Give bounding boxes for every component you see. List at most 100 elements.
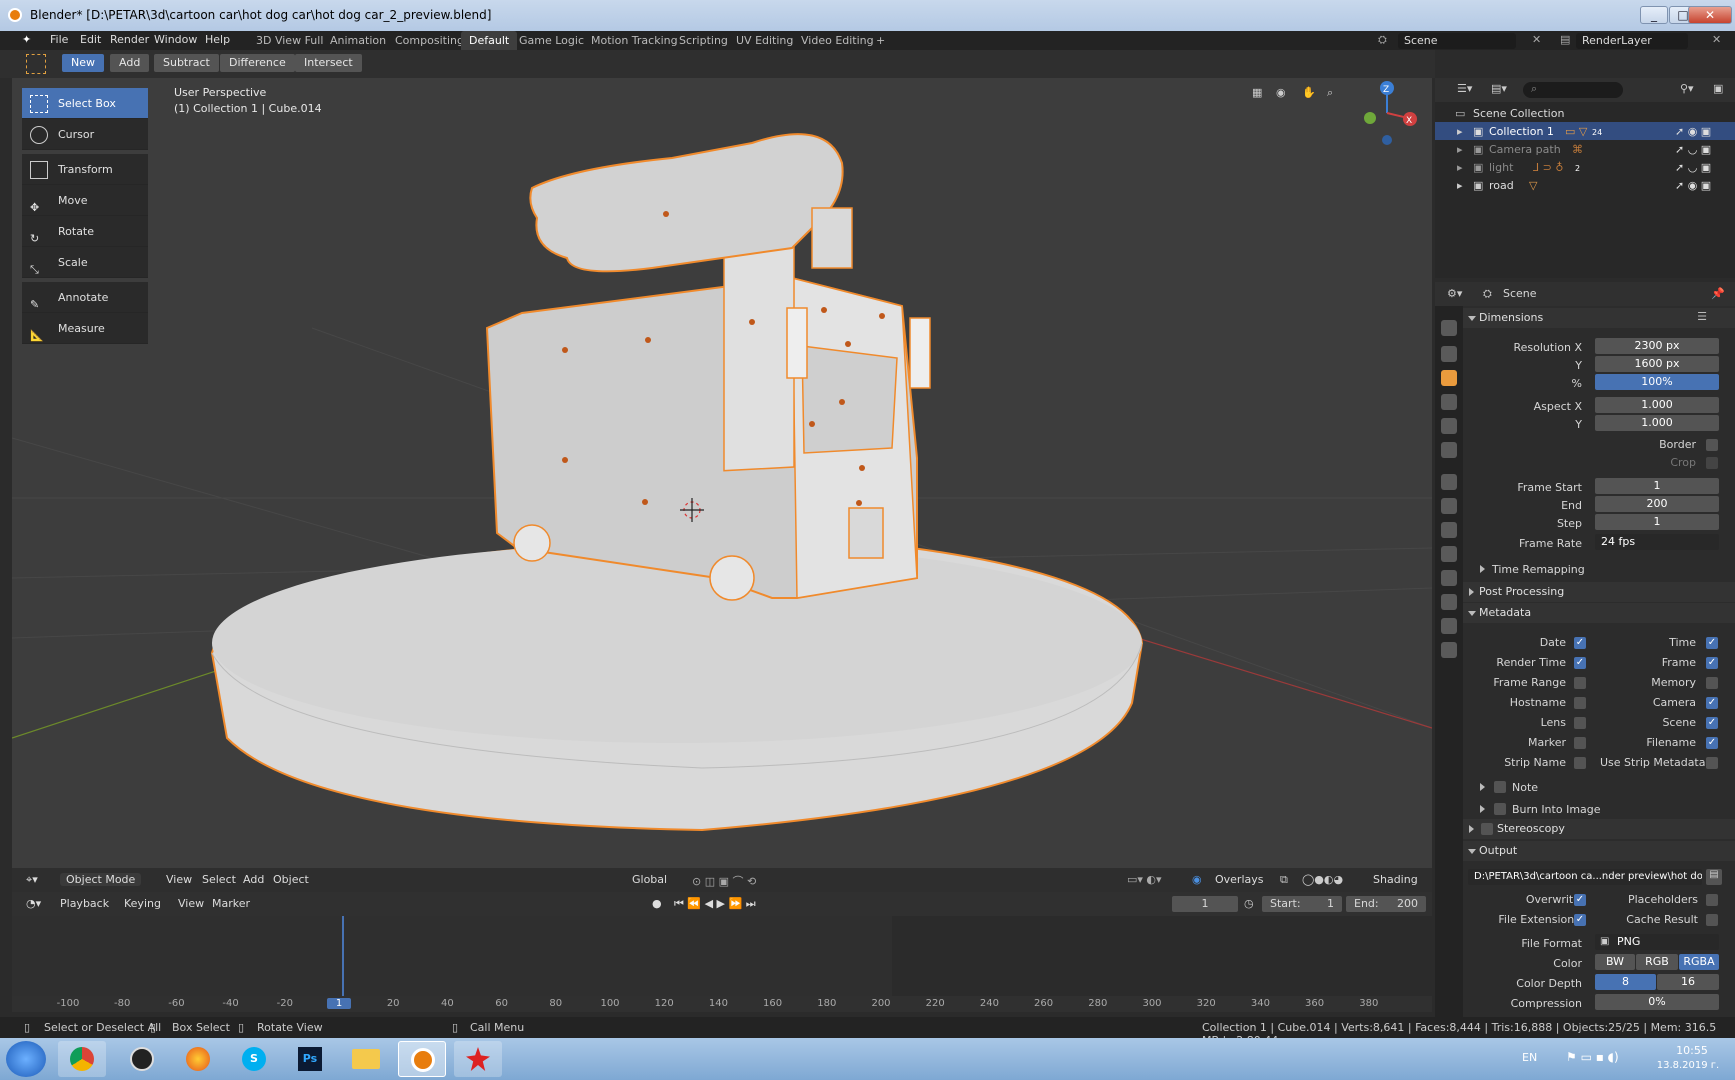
texture-tab-icon[interactable] [1441, 642, 1457, 658]
new-collection-icon[interactable]: ▣ [1713, 82, 1723, 95]
metadata-right-checkbox[interactable]: ✓ [1706, 717, 1718, 729]
pin-icon[interactable]: 📌 [1711, 287, 1725, 300]
expand-arrow-icon[interactable]: ▸ [1457, 179, 1463, 192]
menu-object[interactable]: Object [273, 873, 309, 886]
panel-stereoscopy[interactable]: Stereoscopy [1463, 819, 1735, 839]
placeholders-checkbox[interactable] [1706, 894, 1718, 906]
mode-subtract-button[interactable]: Subtract [154, 54, 219, 72]
output-tab-icon[interactable] [1441, 370, 1457, 386]
color-bw-button[interactable]: BW [1595, 954, 1635, 970]
crop-checkbox[interactable] [1706, 457, 1718, 469]
scene-selector[interactable]: Scene [1398, 33, 1516, 49]
resolution-percent-slider[interactable]: 100% [1595, 374, 1719, 390]
outliner-row-camera-path[interactable]: ▸ ▣ Camera path ⌘ ➚ ◡ ▣ [1435, 140, 1735, 158]
metadata-right-checkbox[interactable]: ✓ [1706, 697, 1718, 709]
outliner-row-collection-1[interactable]: ▸ ▣ Collection 1 ▭ ▽ 24 ➚ ◉ ▣ [1435, 122, 1735, 140]
editor-type-icon[interactable]: ⌖▾ [26, 873, 38, 887]
clock-date[interactable]: 13.8.2019 г. [1648, 1060, 1728, 1071]
material-tab-icon[interactable] [1441, 618, 1457, 634]
metadata-right-checkbox[interactable]: ✓ [1706, 657, 1718, 669]
shading-modes-icon[interactable]: ◯●◐◕ [1302, 873, 1343, 886]
metadata-right-checkbox[interactable]: ✓ [1706, 637, 1718, 649]
shading-dropdown[interactable]: Shading [1373, 873, 1418, 886]
tab-game-logic[interactable]: Game Logic [511, 31, 592, 50]
tab-3d-view-full[interactable]: 3D View Full [248, 31, 331, 50]
tab-default[interactable]: Default [461, 31, 518, 50]
chrome-taskbar-icon[interactable] [58, 1041, 106, 1077]
metadata-left-checkbox[interactable] [1574, 677, 1586, 689]
clock-time[interactable]: 10:55 [1656, 1044, 1728, 1057]
playback-controls[interactable]: ⏮ ⏪ ◀ ▶ ⏩ ⏭ [674, 897, 756, 911]
metadata-left-checkbox[interactable]: ✓ [1574, 657, 1586, 669]
row-visibility-icons[interactable]: ➚ ◉ ▣ [1675, 125, 1711, 138]
data-tab-icon[interactable] [1441, 594, 1457, 610]
frame-step-field[interactable]: 1 [1595, 514, 1719, 530]
metadata-left-checkbox[interactable] [1574, 697, 1586, 709]
menu-file[interactable]: File [50, 33, 68, 46]
language-indicator[interactable]: EN [1522, 1051, 1537, 1064]
menu-playback[interactable]: Playback [60, 897, 109, 910]
app-red-taskbar-icon[interactable] [454, 1041, 502, 1077]
record-icon[interactable]: ● [652, 897, 662, 910]
mode-difference-button[interactable]: Difference [220, 54, 295, 72]
camera-view-icon[interactable]: ◉ [1276, 86, 1286, 99]
properties-editor-icon[interactable]: ⚙▾ [1447, 287, 1462, 300]
object-mode-dropdown[interactable]: Object Mode [60, 873, 142, 886]
tool-annotate[interactable]: ✎ Annotate [22, 282, 148, 313]
world-tab-icon[interactable] [1441, 442, 1457, 458]
metadata-right-checkbox[interactable] [1706, 677, 1718, 689]
outliner-scene-collection[interactable]: ▭ Scene Collection [1435, 104, 1735, 122]
constraints-tab-icon[interactable] [1441, 570, 1457, 586]
close-window-button[interactable]: ✕ [1688, 6, 1732, 24]
scene-tab-icon[interactable] [1441, 418, 1457, 434]
metadata-right-checkbox[interactable]: ✓ [1706, 737, 1718, 749]
display-mode-icon[interactable]: ▤▾ [1491, 82, 1507, 95]
depth-8-button[interactable]: 8 [1595, 974, 1656, 990]
stereoscopy-checkbox[interactable] [1481, 823, 1493, 835]
end-frame-field[interactable]: End: 200 [1346, 896, 1426, 912]
overlays-dropdown[interactable]: Overlays [1215, 873, 1264, 886]
tool-cursor[interactable]: Cursor [22, 119, 148, 150]
color-rgb-button[interactable]: RGB [1636, 954, 1678, 970]
presets-list-icon[interactable]: ☰ [1697, 310, 1707, 323]
timeline-editor-icon[interactable]: ◔▾ [26, 897, 41, 910]
expand-arrow-icon[interactable]: ▸ [1457, 125, 1463, 138]
border-checkbox[interactable] [1706, 439, 1718, 451]
file-format-dropdown[interactable]: PNG [1595, 934, 1719, 950]
explorer-taskbar-icon[interactable] [342, 1041, 390, 1077]
expand-arrow-icon[interactable]: ▸ [1457, 161, 1463, 174]
outliner-editor-icon[interactable]: ☰▾ [1457, 82, 1472, 95]
3d-viewport[interactable]: User Perspective (1) Collection 1 | Cube… [12, 78, 1432, 868]
modifier-tab-icon[interactable] [1441, 498, 1457, 514]
frame-end-field[interactable]: 200 [1595, 496, 1719, 512]
tool-rotate[interactable]: ↻ Rotate [22, 216, 148, 247]
aspect-y-field[interactable]: 1.000 [1595, 415, 1719, 431]
output-path-field[interactable]: D:\PETAR\3d\cartoon ca...nder preview\ho… [1468, 869, 1702, 885]
file-extensions-checkbox[interactable]: ✓ [1574, 914, 1586, 926]
tool-transform[interactable]: Transform [22, 154, 148, 185]
render-layer-icon[interactable]: ▤ [1560, 33, 1570, 46]
resolution-y-field[interactable]: 1600 px [1595, 356, 1719, 372]
firefox-taskbar-icon[interactable] [174, 1041, 222, 1077]
select-box-tool-icon[interactable] [26, 54, 46, 74]
photoshop-taskbar-icon[interactable]: Ps [286, 1041, 334, 1077]
metadata-left-checkbox[interactable]: ✓ [1574, 637, 1586, 649]
toggle-camera-grid-icon[interactable]: ▦ [1252, 86, 1262, 99]
timeline-area[interactable]: -100 -80 -60 -40 -20 1 20 40 60 80 100 120 140 160 180… [12, 916, 1432, 1012]
menu-add[interactable]: Add [243, 873, 264, 886]
menu-timeline-view[interactable]: View [178, 897, 204, 910]
app-taskbar-icon[interactable] [118, 1041, 166, 1077]
view-object-types-icon[interactable]: ▭▾ ◐▾ [1127, 873, 1162, 886]
zoom-icon[interactable]: ⌕ [1327, 86, 1333, 100]
aspect-x-field[interactable]: 1.000 [1595, 397, 1719, 413]
outliner-row-road[interactable]: ▸ ▣ road ▽ ➚ ◉ ▣ [1435, 176, 1735, 194]
start-button-icon[interactable] [6, 1041, 46, 1077]
close-scene-icon[interactable]: ✕ [1532, 33, 1541, 46]
menu-render[interactable]: Render [110, 33, 149, 46]
navigation-gizmo[interactable]: Z X [1342, 78, 1422, 158]
tab-uv-editing[interactable]: UV Editing [728, 31, 801, 50]
browse-folder-icon[interactable]: ▤ [1706, 869, 1722, 885]
cache-result-checkbox[interactable] [1706, 914, 1718, 926]
physics-tab-icon[interactable] [1441, 546, 1457, 562]
panel-metadata[interactable]: Metadata [1463, 603, 1735, 623]
